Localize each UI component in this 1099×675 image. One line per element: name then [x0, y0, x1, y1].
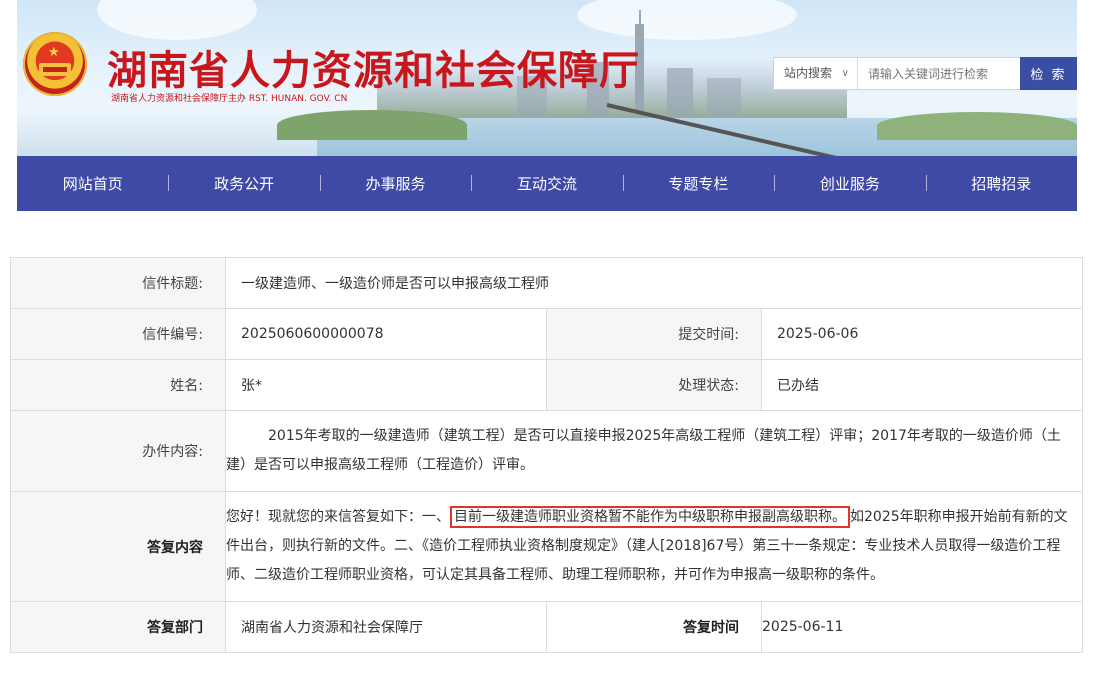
hill-decoration: [277, 110, 467, 140]
cloud-decoration: [577, 0, 797, 40]
site-subtitle: 湖南省人力资源和社会保障厅主办 RST. HUNAN. GOV. CN: [111, 94, 348, 104]
reply-text-intro: 您好！现就您的来信答复如下：一、: [226, 509, 450, 525]
status-label: 处理状态:: [546, 359, 762, 411]
letter-title-value: 一级建造师、一级造价师是否可以申报高级工程师: [225, 257, 1083, 309]
letter-title-label: 信件标题:: [10, 257, 226, 309]
search-bar: 站内搜索 ∨ 检 索: [773, 57, 1077, 90]
status-value: 已办结: [761, 359, 1083, 411]
table-row: 办件内容: 2015年考取的一级建造师（建筑工程）是否可以直接申报2025年高级…: [10, 410, 1083, 492]
name-label: 姓名:: [10, 359, 226, 411]
site-title: 湖南省人力资源和社会保障厅: [107, 48, 640, 94]
hill-decoration: [877, 112, 1077, 140]
content-label: 办件内容:: [10, 410, 226, 492]
search-scope-select[interactable]: 站内搜索 ∨: [774, 58, 858, 89]
main-nav: 网站首页 政务公开 办事服务 互动交流 专题专栏 创业服务 招聘招录: [17, 156, 1077, 211]
table-row: 信件标题: 一级建造师、一级造价师是否可以申报高级工程师: [10, 257, 1083, 309]
nav-item-government-affairs[interactable]: 政务公开: [168, 173, 319, 194]
search-input[interactable]: [858, 58, 1020, 89]
table-row: 姓名: 张* 处理状态: 已办结: [10, 359, 1083, 411]
reply-dept-label: 答复部门: [10, 601, 226, 653]
nav-item-services[interactable]: 办事服务: [319, 173, 471, 194]
nav-item-entrepreneurship[interactable]: 创业服务: [774, 173, 925, 194]
nav-item-recruitment[interactable]: 招聘招录: [925, 173, 1077, 194]
reply-dept-value: 湖南省人力资源和社会保障厅: [225, 601, 547, 653]
reply-time-value: 2025-06-11: [761, 601, 1083, 653]
search-scope-label: 站内搜索: [784, 66, 833, 80]
reply-time-label: 答复时间: [546, 601, 762, 653]
letter-number-value: 2025060600000078: [225, 308, 547, 360]
letter-detail-table: 信件标题: 一级建造师、一级造价师是否可以申报高级工程师 信件编号: 20250…: [10, 257, 1083, 653]
table-row: 答复部门 湖南省人力资源和社会保障厅 答复时间 2025-06-11: [10, 601, 1083, 653]
reply-value: 您好！现就您的来信答复如下：一、 目前一级建造师职业资格暂不能作为中级职称申报副高…: [225, 491, 1083, 602]
nav-item-special-topics[interactable]: 专题专栏: [622, 173, 774, 194]
table-row: 答复内容 您好！现就您的来信答复如下：一、 目前一级建造师职业资格暂不能作为中级职…: [10, 491, 1083, 602]
content-text: 2015年考取的一级建造师（建筑工程）是否可以直接申报2025年高级工程师（建筑…: [226, 428, 1061, 473]
submit-time-label: 提交时间:: [546, 308, 762, 360]
reply-label: 答复内容: [10, 491, 226, 602]
letter-number-label: 信件编号:: [10, 308, 226, 360]
cloud-decoration: [97, 0, 257, 40]
national-emblem-logo: ★: [23, 32, 87, 96]
nav-item-interaction[interactable]: 互动交流: [471, 173, 622, 194]
search-button[interactable]: 检 索: [1020, 57, 1077, 90]
table-row: 信件编号: 2025060600000078 提交时间: 2025-06-06: [10, 308, 1083, 360]
header-banner: ★ 湖南省人力资源和社会保障厅 湖南省人力资源和社会保障厅主办 RST. HUN…: [17, 0, 1077, 156]
content-value: 2015年考取的一级建造师（建筑工程）是否可以直接申报2025年高级工程师（建筑…: [225, 410, 1083, 492]
submit-time-value: 2025-06-06: [761, 308, 1083, 360]
name-value: 张*: [225, 359, 547, 411]
nav-item-home[interactable]: 网站首页: [17, 173, 168, 194]
reply-highlighted-text: 目前一级建造师职业资格暂不能作为中级职称申报副高级职称。: [450, 506, 850, 528]
chevron-down-icon: ∨: [841, 68, 849, 79]
